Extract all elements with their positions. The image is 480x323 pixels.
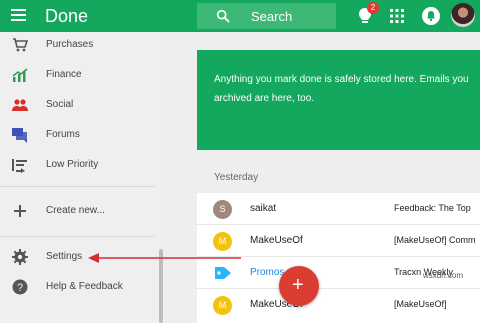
plus-icon: [14, 205, 26, 217]
help-feedback-item[interactable]: ? Help & Feedback: [0, 274, 160, 302]
email-subject: Feedback: The Top: [394, 203, 471, 213]
cart-icon: [13, 38, 28, 52]
top-bar: Done Search 2: [0, 0, 480, 32]
sidebar-item-label: Forums: [46, 129, 80, 140]
create-new-label: Create new...: [46, 205, 105, 216]
plus-icon: +: [292, 274, 304, 296]
email-sender: saikat: [250, 203, 277, 214]
sidebar-item-purchases[interactable]: Purchases: [0, 32, 160, 60]
people-icon: [12, 99, 28, 111]
chart-icon: [12, 68, 28, 82]
page-title: Done: [45, 6, 89, 26]
create-new-button[interactable]: Create new...: [0, 198, 160, 226]
banner-line: Anything you mark done is safely stored …: [214, 74, 469, 85]
annotation-arrow: [88, 253, 241, 263]
email-sender: Promos: [250, 267, 285, 278]
email-subject: [MakeUseOf]: [394, 299, 447, 309]
search-input[interactable]: Search: [197, 3, 336, 29]
sidebar-item-label: Purchases: [46, 39, 94, 50]
section-title: Yesterday: [214, 172, 259, 183]
compose-button[interactable]: +: [279, 266, 319, 306]
sidebar-item-label: Social: [46, 99, 74, 110]
help-feedback-label: Help & Feedback: [46, 281, 123, 292]
reminder-button[interactable]: 2: [356, 2, 379, 25]
tag-icon: [215, 267, 231, 279]
notifications-icon[interactable]: [421, 6, 441, 26]
sender-avatar: S: [213, 200, 232, 219]
sidebar-item-label: Finance: [46, 69, 82, 80]
reminder-badge: 2: [367, 2, 379, 14]
help-icon: ?: [12, 279, 28, 295]
low-priority-icon: [12, 159, 27, 173]
email-sender: MakeUseOf: [250, 235, 303, 246]
watermark: wsxdn.com: [423, 271, 464, 280]
sidebar: Purchases Finance Social Forums Low Prio…: [0, 32, 164, 323]
search-icon: [216, 9, 230, 23]
email-row[interactable]: S saikat Feedback: The Top: [197, 193, 480, 225]
menu-icon[interactable]: [11, 9, 26, 22]
sidebar-item-label: Low Priority: [46, 159, 99, 170]
gear-icon: [12, 249, 28, 265]
email-row[interactable]: M MakeUseOf [MakeUseOf]: [197, 289, 480, 321]
email-subject: [MakeUseOf] Comm: [394, 235, 476, 245]
sidebar-divider: [0, 236, 155, 237]
sidebar-item-finance[interactable]: Finance: [0, 62, 160, 90]
svg-text:?: ?: [17, 282, 23, 294]
sender-avatar: M: [213, 296, 232, 315]
apps-icon[interactable]: [390, 9, 404, 23]
sidebar-item-forums[interactable]: Forums: [0, 122, 160, 150]
banner-text: Anything you mark done is safely stored …: [214, 70, 480, 108]
avatar[interactable]: [451, 3, 475, 27]
sender-avatar: M: [213, 232, 232, 251]
info-banner: Anything you mark done is safely stored …: [197, 50, 480, 150]
forum-icon: [12, 128, 27, 143]
banner-line: archived are here, too.: [214, 93, 315, 104]
settings-label: Settings: [46, 251, 83, 262]
sidebar-item-social[interactable]: Social: [0, 92, 160, 120]
sidebar-divider: [0, 186, 155, 187]
search-placeholder: Search: [251, 9, 293, 24]
sidebar-item-low-priority[interactable]: Low Priority: [0, 152, 160, 180]
